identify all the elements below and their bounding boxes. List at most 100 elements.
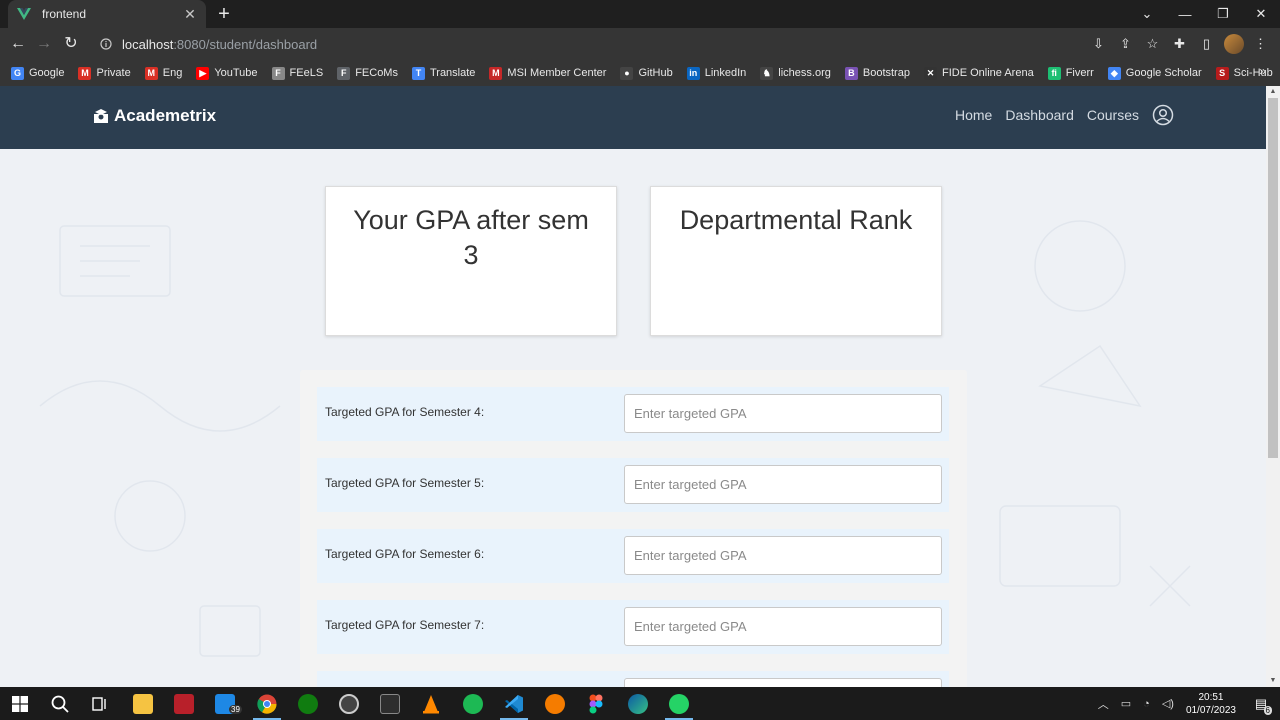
game-app-icon[interactable] bbox=[378, 692, 402, 716]
bookmark-item[interactable]: T Translate bbox=[411, 66, 475, 80]
forward-button[interactable]: → bbox=[34, 34, 54, 54]
back-button[interactable]: ← bbox=[8, 34, 28, 54]
edge-icon[interactable] bbox=[626, 692, 650, 716]
next-semester-gpa-input[interactable] bbox=[624, 678, 942, 687]
volume-icon[interactable]: ◁) bbox=[1162, 697, 1174, 710]
app-orange-icon[interactable] bbox=[543, 692, 567, 716]
app-navbar: Academetrix Home Dashboard Courses bbox=[0, 86, 1266, 149]
show-hidden-icons-chevron-icon[interactable]: ︿ bbox=[1098, 696, 1109, 712]
bookmark-item[interactable]: G Google bbox=[11, 66, 64, 80]
windows-start-icon[interactable] bbox=[8, 692, 32, 716]
app-red-icon[interactable] bbox=[172, 692, 196, 716]
bookmark-item[interactable]: ● GitHub bbox=[620, 66, 673, 80]
system-tray: ︿ ▭ ◔ ◁) 20:51 01/07/2023 ▤ 6 bbox=[1092, 687, 1280, 720]
nav-dashboard-link[interactable]: Dashboard bbox=[1005, 107, 1074, 123]
bookmark-item[interactable]: ✕ FIDE Online Arena bbox=[923, 66, 1034, 80]
bookmark-item[interactable]: ♞ lichess.org bbox=[760, 66, 831, 80]
reload-button[interactable]: ↻ bbox=[61, 34, 81, 54]
figma-icon[interactable] bbox=[584, 692, 608, 716]
page-viewport: Academetrix Home Dashboard Courses Your … bbox=[0, 86, 1266, 687]
semester-6-gpa-input[interactable] bbox=[624, 536, 942, 575]
semester-6-label: Targeted GPA for Semester 6: bbox=[325, 547, 485, 561]
windows-taskbar: 39 ︿ ▭ ◔ ◁) 20:51 01/07/2023 ▤ 6 bbox=[0, 687, 1280, 720]
main-nav: Home Dashboard Courses bbox=[955, 104, 1174, 126]
bookmarks-bar: G Google M Private M Eng ▶ YouTube F FEeLS F FECoMs… bbox=[0, 60, 1280, 86]
bookmark-item[interactable]: fi Fiverr bbox=[1047, 66, 1094, 80]
semester-5-gpa-input[interactable] bbox=[624, 465, 942, 504]
bookmark-label: Sci-Hub bbox=[1233, 67, 1273, 79]
bookmark-favicon-icon: T bbox=[411, 66, 425, 80]
brand[interactable]: Academetrix bbox=[93, 106, 216, 126]
chrome-icon[interactable] bbox=[255, 692, 279, 716]
clock-date: 01/07/2023 bbox=[1185, 704, 1236, 716]
browser-tab[interactable]: frontend ✕ bbox=[8, 0, 206, 28]
rank-card-title: Departmental Rank bbox=[679, 205, 913, 235]
bookmark-label: Eng bbox=[162, 67, 183, 79]
bookmark-item[interactable]: ▶ YouTube bbox=[196, 66, 258, 80]
user-account-icon[interactable] bbox=[1152, 104, 1174, 126]
tab-close-icon[interactable]: ✕ bbox=[182, 6, 198, 23]
close-window-button[interactable]: ✕ bbox=[1242, 0, 1280, 28]
clock[interactable]: 20:51 01/07/2023 bbox=[1186, 691, 1236, 717]
nav-home-link[interactable]: Home bbox=[955, 107, 992, 123]
nav-courses-link[interactable]: Courses bbox=[1087, 107, 1139, 123]
bookmark-item[interactable]: ◆ Google Scholar bbox=[1107, 66, 1202, 80]
side-panel-icon[interactable]: ▯ bbox=[1195, 33, 1218, 56]
tab-title: frontend bbox=[42, 7, 87, 21]
profile-avatar[interactable] bbox=[1222, 33, 1245, 56]
bookmark-item[interactable]: F FECoMs bbox=[337, 66, 398, 80]
scrollbar-thumb[interactable] bbox=[1268, 98, 1278, 458]
tab-search-icon[interactable]: ⌄ bbox=[1128, 0, 1166, 28]
notification-center-icon[interactable]: ▤ 6 bbox=[1248, 693, 1274, 715]
site-info-icon[interactable] bbox=[98, 36, 114, 52]
search-icon[interactable] bbox=[48, 692, 72, 716]
bookmark-item[interactable]: M MSI Member Center bbox=[489, 66, 606, 80]
bookmark-item[interactable]: M Private bbox=[78, 66, 131, 80]
whatsapp-icon[interactable] bbox=[667, 692, 691, 716]
minimize-button[interactable]: — bbox=[1166, 0, 1204, 28]
vscode-icon[interactable] bbox=[502, 692, 526, 716]
new-tab-button[interactable]: + bbox=[214, 4, 234, 24]
bookmark-item[interactable]: B Bootstrap bbox=[844, 66, 910, 80]
address-bar[interactable]: localhost:8080/student/dashboard bbox=[88, 31, 1128, 57]
bookmark-label: LinkedIn bbox=[704, 67, 747, 79]
battery-icon[interactable]: ▭ bbox=[1121, 697, 1131, 710]
share-icon[interactable]: ⇪ bbox=[1114, 33, 1137, 56]
browser-menu-icon[interactable]: ⋮ bbox=[1249, 33, 1272, 56]
bookmark-favicon-icon: F bbox=[271, 66, 285, 80]
vue-favicon-icon bbox=[16, 6, 32, 22]
browser-toolbar: ← → ↻ localhost:8080/student/dashboard ⇩… bbox=[0, 28, 1280, 60]
scroll-down-arrow-icon[interactable]: ▼ bbox=[1266, 675, 1280, 687]
page-scrollbar[interactable]: ▲ ▼ bbox=[1266, 86, 1280, 687]
task-view-icon[interactable] bbox=[88, 692, 112, 716]
network-icon[interactable]: ◔ bbox=[1143, 698, 1150, 710]
bookmark-label: FEeLS bbox=[289, 67, 324, 79]
semester-7-gpa-input[interactable] bbox=[624, 607, 942, 646]
bookmark-favicon-icon: F bbox=[337, 66, 351, 80]
bookmark-label: GitHub bbox=[638, 67, 673, 79]
bookmark-label: FIDE Online Arena bbox=[941, 67, 1034, 79]
bookmark-star-icon[interactable]: ☆ bbox=[1141, 33, 1164, 56]
bookmark-favicon-icon: M bbox=[78, 66, 92, 80]
bookmark-item[interactable]: in LinkedIn bbox=[686, 66, 747, 80]
bookmark-favicon-icon: in bbox=[686, 66, 700, 80]
bookmark-label: Bootstrap bbox=[862, 67, 910, 79]
vlc-icon[interactable] bbox=[419, 692, 443, 716]
bookmark-item[interactable]: F FEeLS bbox=[271, 66, 324, 80]
maximize-button[interactable]: ❐ bbox=[1204, 0, 1242, 28]
notification-count: 6 bbox=[1263, 705, 1272, 715]
semester-4-gpa-input[interactable] bbox=[624, 394, 942, 433]
bookmarks-overflow-icon[interactable]: » bbox=[1259, 64, 1266, 78]
bookmark-favicon-icon: M bbox=[144, 66, 158, 80]
bookmark-label: Google Scholar bbox=[1125, 67, 1202, 79]
obs-icon[interactable] bbox=[337, 692, 361, 716]
xbox-icon[interactable] bbox=[296, 692, 320, 716]
file-explorer-icon[interactable] bbox=[131, 692, 155, 716]
url-text: localhost:8080/student/dashboard bbox=[122, 36, 318, 52]
install-icon[interactable]: ⇩ bbox=[1087, 33, 1110, 56]
scroll-up-arrow-icon[interactable]: ▲ bbox=[1266, 86, 1280, 98]
extensions-icon[interactable]: ✚ bbox=[1168, 33, 1191, 56]
spotify-icon[interactable] bbox=[461, 692, 485, 716]
target-gpa-form: Targeted GPA for Semester 4: Targeted GP… bbox=[300, 370, 967, 687]
bookmark-item[interactable]: M Eng bbox=[144, 66, 183, 80]
